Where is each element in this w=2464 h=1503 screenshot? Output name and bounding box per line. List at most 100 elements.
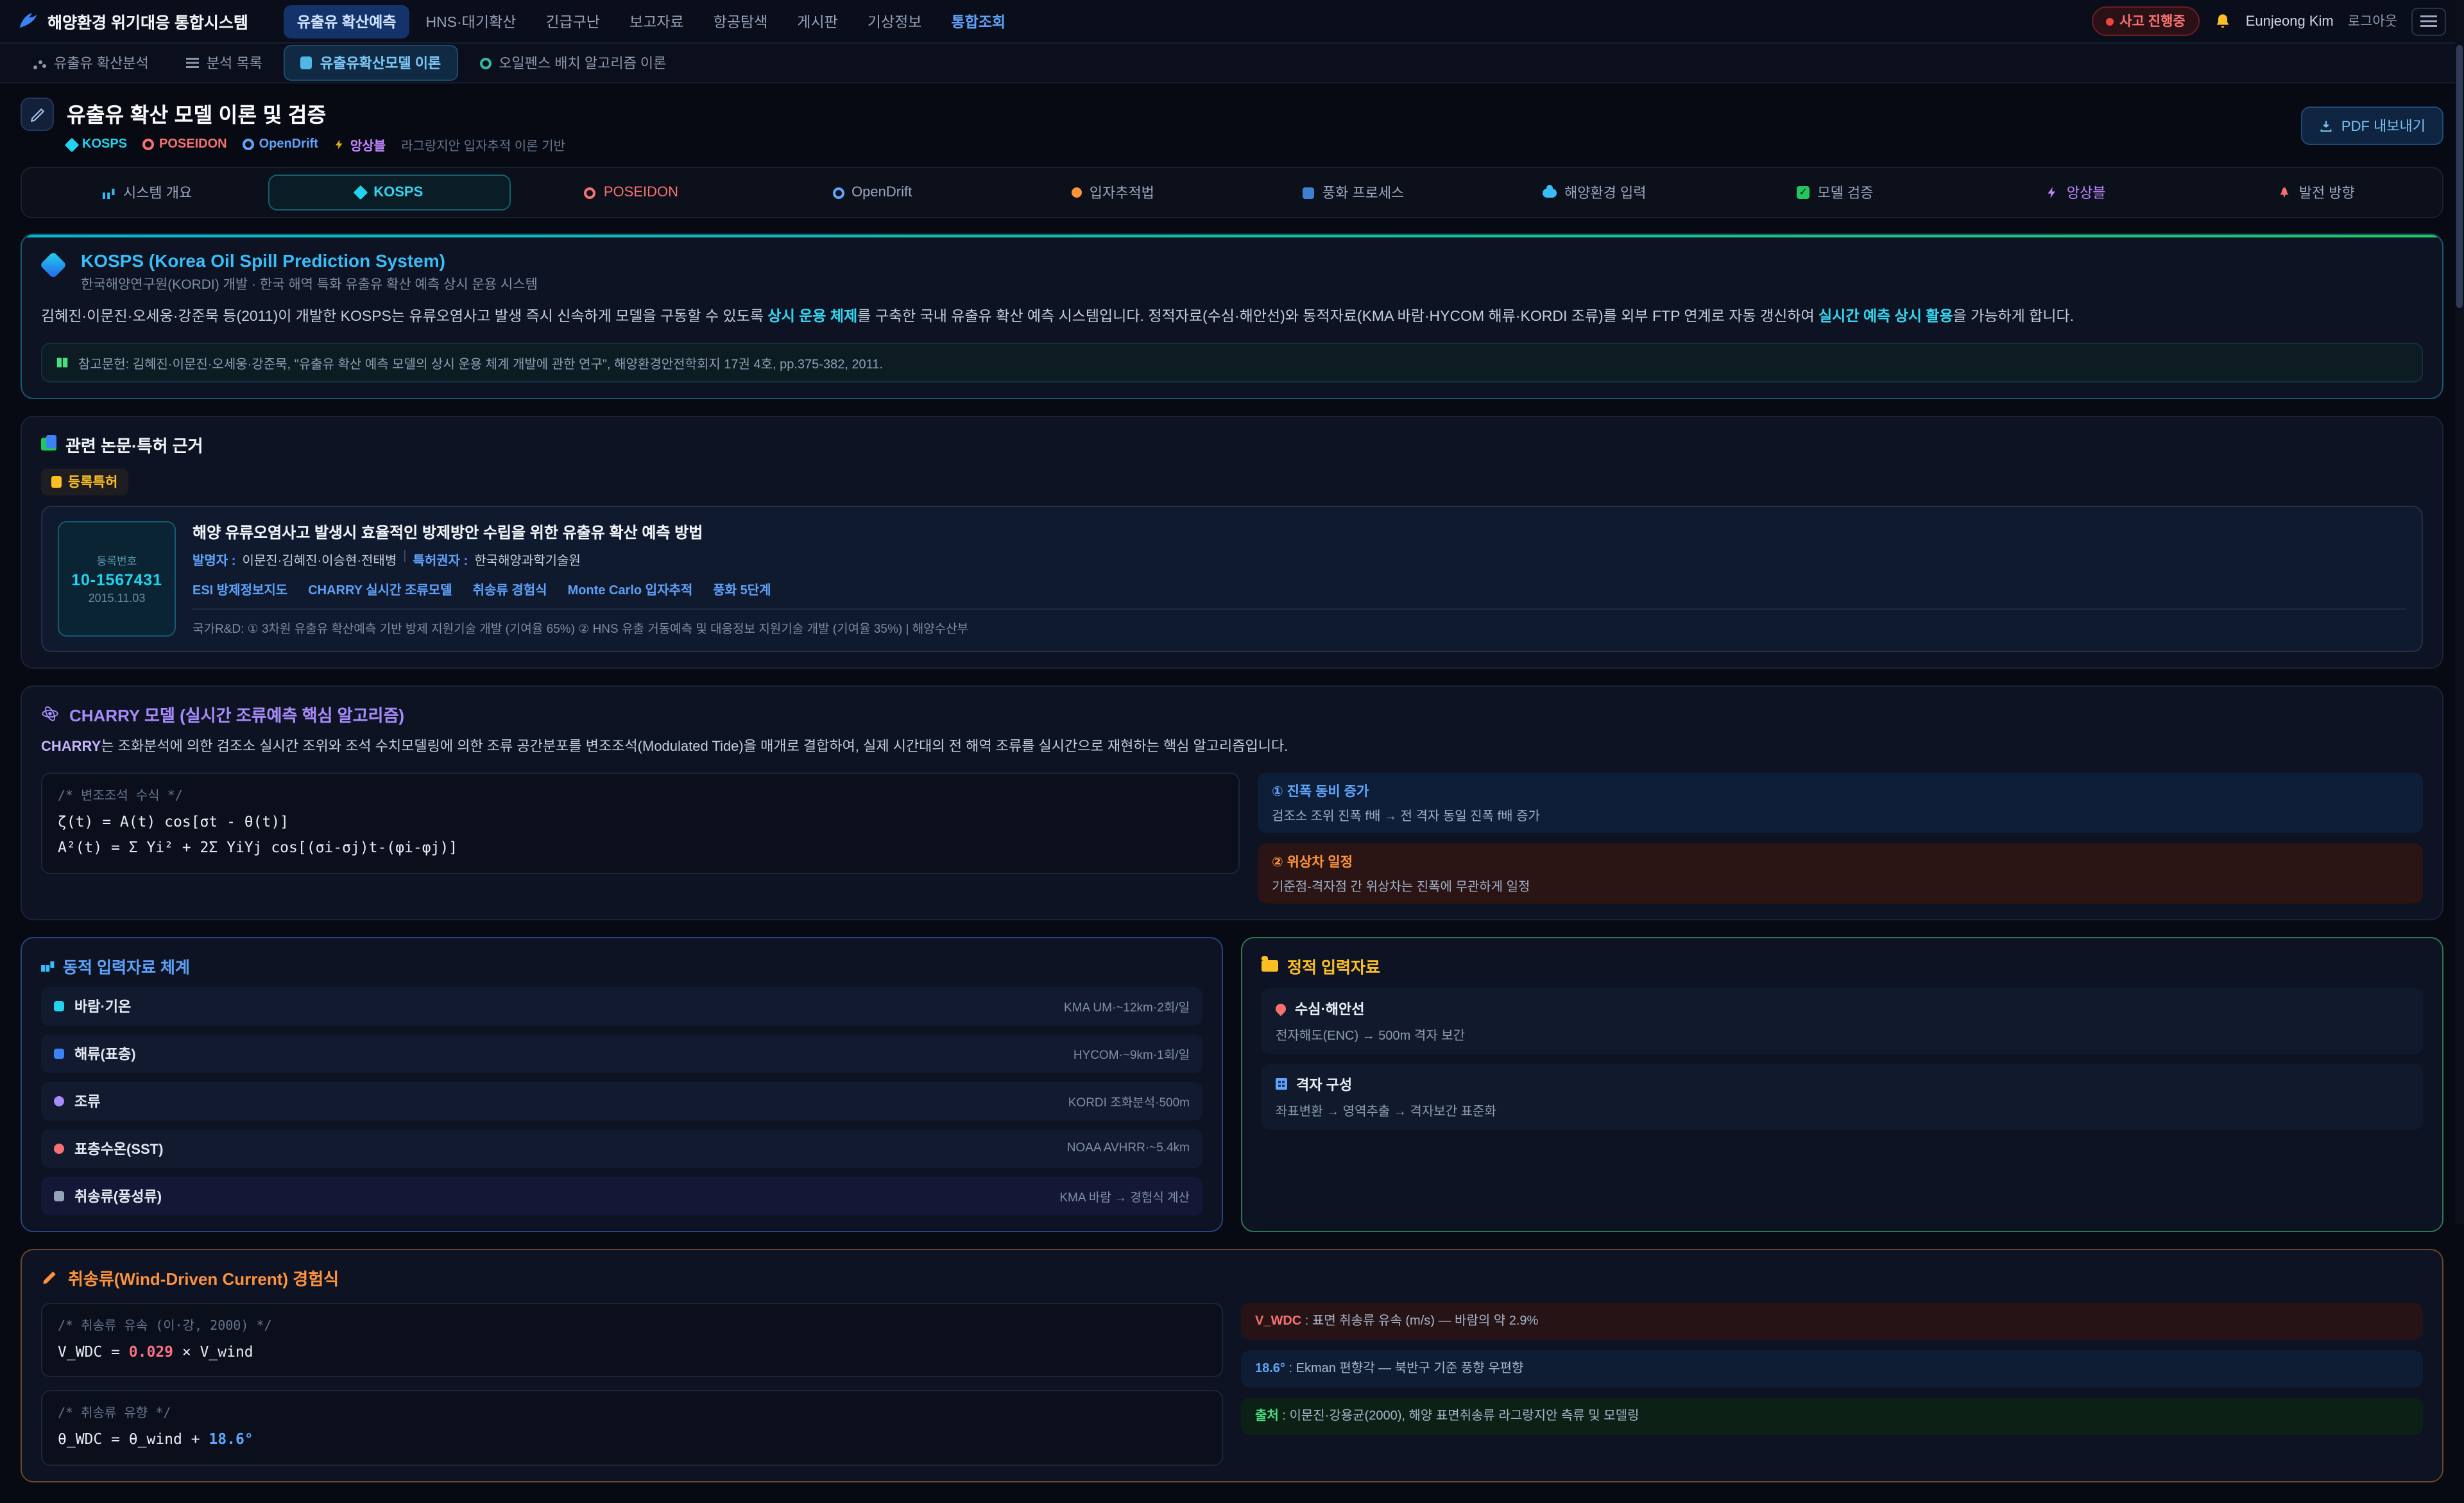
book-icon: [55, 356, 69, 370]
tab-spill-analysis[interactable]: 유출유 확산분석: [18, 46, 164, 80]
registered-patent-label: 등록특허: [68, 472, 117, 492]
deflection-angle-value: 18.6°: [209, 1430, 253, 1448]
pdf-export-button[interactable]: PDF 내보내기: [2302, 107, 2443, 145]
pill-future-direction[interactable]: 발전 방향: [2196, 173, 2437, 212]
page-scrollbar[interactable]: [2455, 0, 2464, 1224]
wdc-note-source: 출처 : 이문진·강용균(2000), 해양 표면취송류 라그랑지안 측류 및 …: [1241, 1397, 2423, 1434]
badge-opendrift: OpenDrift: [243, 137, 318, 151]
nav-item-spill-prediction[interactable]: 유출유 확산예측: [284, 4, 409, 38]
pill-ensemble[interactable]: 앙상블: [1956, 173, 2196, 212]
rocket-icon: [2279, 186, 2291, 199]
dynamic-input-row-current[interactable]: 해류(표층) HYCOM·~9km·1회/일: [41, 1034, 1202, 1072]
nav-item-integrated-search[interactable]: 통합조회: [938, 4, 1018, 38]
folder-icon: [1262, 959, 1278, 971]
item-label: 격자 구성: [1296, 1074, 1352, 1094]
row-value: HYCOM·~9km·1회/일: [1074, 1044, 1190, 1062]
row-label: 조류: [74, 1090, 101, 1111]
nav-item-aerial-search[interactable]: 항공탐색: [701, 4, 781, 38]
pill-particle-tracking[interactable]: 입자추적법: [993, 173, 1233, 212]
kosps-description: 김혜진·이문진·오세웅·강준묵 등(2011)이 개발한 KOSPS는 유류오염…: [41, 305, 2423, 330]
nav-item-board[interactable]: 게시판: [784, 4, 851, 38]
wdc-title-row: 취송류(Wind-Driven Current) 경험식: [41, 1265, 2423, 1289]
dynamic-input-row-wind[interactable]: 바람·기온 KMA UM·~12km·2회/일: [41, 986, 1202, 1025]
patent-tag[interactable]: CHARRY 실시간 조류모델: [308, 579, 452, 598]
pill-poseidon[interactable]: POSEIDON: [511, 176, 751, 209]
notification-bell-icon[interactable]: [2214, 12, 2232, 30]
dynamic-input-row-sst[interactable]: 표층수온(SST) NOAA AVHRR·~5.4km: [41, 1129, 1202, 1167]
current-icon: [54, 1048, 64, 1058]
menu-hamburger-icon[interactable]: [2411, 7, 2446, 35]
charry-columns: /* 변조조석 수식 */ ζ(t) = A(t) cos[σt - θ(t)]…: [41, 772, 2423, 903]
pill-model-validation[interactable]: ✓모델 검증: [1715, 173, 1955, 212]
pill-weathering-process[interactable]: 풍화 프로세스: [1233, 173, 1474, 212]
pill-kosps[interactable]: KOSPS: [268, 175, 511, 210]
row-label: 취송류(풍성류): [74, 1185, 162, 1206]
note-title: ② 위상차 일정: [1272, 852, 2409, 871]
registration-number: 10-1567431: [71, 571, 162, 589]
oilfence-icon: [479, 57, 491, 69]
page-title: 유출유 확산 모델 이론 및 검증: [67, 98, 565, 128]
chart-bars-icon: [41, 959, 54, 971]
wdc-direction-code-block: /* 취송류 유향 */ θ_WDC = θ_wind + 18.6°: [41, 1391, 1223, 1466]
row-value: KMA UM·~12km·2회/일: [1064, 997, 1190, 1015]
topbar-right-area: 사고 진행중 Eunjeong Kim 로그아웃: [2091, 6, 2446, 36]
tab-model-theory[interactable]: 유출유확산모델 이론: [284, 45, 458, 81]
logout-button[interactable]: 로그아웃: [2348, 12, 2397, 31]
square-icon: [1303, 187, 1315, 198]
user-name: Eunjeong Kim: [2246, 13, 2334, 29]
dynamic-input-row-wdc[interactable]: 취송류(풍성류) KMA 바람 → 경험식 계산: [41, 1176, 1202, 1215]
dynamic-input-row-tide[interactable]: 조류 KORDI 조화분석·500m: [41, 1081, 1202, 1120]
nav-item-reports[interactable]: 보고자료: [617, 4, 697, 38]
pill-opendrift[interactable]: OpenDrift: [752, 176, 993, 209]
tab-label: 유출유확산모델 이론: [320, 53, 441, 73]
app-logo[interactable]: 해양환경 위기대응 통합시스템: [18, 9, 248, 33]
secondary-tab-bar: 유출유 확산분석 분석 목록 유출유확산모델 이론 오일펜스 배치 알고리즘 이…: [0, 44, 2464, 83]
patent-item[interactable]: 등록번호 10-1567431 2015.11.03 해양 유류오염사고 발생시…: [41, 506, 2423, 652]
scrollbar-thumb[interactable]: [2456, 45, 2463, 308]
patent-evidence-card: 관련 논문·특허 근거 등록특허 등록번호 10-1567431 2015.11…: [21, 416, 2443, 669]
input-data-columns: 동적 입력자료 체계 바람·기온 KMA UM·~12km·2회/일 해류(표층…: [21, 936, 2443, 1232]
nav-item-weather[interactable]: 기상정보: [855, 4, 935, 38]
pill-system-overview[interactable]: 시스템 개요: [27, 173, 268, 212]
static-input-item-grid[interactable]: 격자 구성 좌표변환 → 영역추출 → 격자보간 표준화: [1262, 1063, 2423, 1129]
nav-item-emergency-rescue[interactable]: 긴급구난: [533, 4, 613, 38]
badge-ensemble: 앙상블: [334, 135, 386, 154]
patent-meta: 발명자 : 이문진·김혜진·이승현·전태병 | 특허권자 : 한국해양과학기술원: [193, 549, 2406, 569]
tab-label: 분석 목록: [207, 53, 262, 73]
red-ring-icon: [142, 139, 154, 150]
meta-divider: |: [403, 549, 406, 569]
row-label: 바람·기온: [74, 995, 131, 1016]
static-input-item-bathymetry[interactable]: 수심·해안선 전자해도(ENC) → 500m 격자 보간: [1262, 988, 2423, 1053]
patent-tag[interactable]: Monte Carlo 입자추적: [568, 579, 693, 598]
wdc-columns: /* 취송류 유속 (이·강, 2000) */ V_WDC = 0.029 ×…: [41, 1302, 2423, 1466]
inventors-value: 이문진·김혜진·이승현·전태병: [242, 549, 397, 569]
kosps-title-block: KOSPS (Korea Oil Spill Prediction System…: [81, 250, 538, 294]
nav-item-hns-dispersion[interactable]: HNS·대기확산: [413, 4, 529, 38]
patent-tag[interactable]: ESI 방제정보지도: [193, 579, 287, 598]
kosps-header: KOSPS (Korea Oil Spill Prediction System…: [41, 250, 2423, 294]
incident-status-badge[interactable]: 사고 진행중: [2091, 6, 2199, 36]
page-icon-box: [21, 98, 54, 131]
wdc-note-speed: V_WDC : 표면 취송류 유속 (m/s) — 바람의 약 2.9%: [1241, 1302, 2423, 1339]
code-comment: /* 취송류 유속 (이·강, 2000) */: [58, 1315, 1206, 1338]
highlight-text: 실시간 예측 상시 활용: [1818, 309, 1953, 325]
pill-ocean-env-input[interactable]: 해양환경 입력: [1474, 173, 1715, 212]
diamond-icon: [65, 137, 80, 152]
top-navigation-bar: 해양환경 위기대응 통합시스템 유출유 확산예측 HNS·대기확산 긴급구난 보…: [0, 0, 2464, 44]
static-inputs-card: 정적 입력자료 수심·해안선 전자해도(ENC) → 500m 격자 보간 격자…: [1241, 936, 2443, 1232]
cloud-icon: [1543, 188, 1557, 197]
badge-poseidon: POSEIDON: [142, 137, 227, 151]
highlight-text: 상시 운용 체제: [767, 309, 857, 325]
patent-tag[interactable]: 취송류 경험식: [473, 579, 547, 598]
rnd-footnote: 국가R&D: ① 3차원 유출유 확산예측 기반 방제 지원기술 개발 (기여율…: [193, 608, 2406, 637]
formula-line: θ_WDC = θ_wind + 18.6°: [58, 1427, 1206, 1453]
formula-line: ζ(t) = A(t) cos[σt - θ(t)]: [58, 808, 1223, 834]
books-icon: [41, 438, 56, 451]
tab-oilfence-algorithm[interactable]: 오일펜스 배치 알고리즘 이론: [464, 46, 681, 80]
note-body: 검조소 조위 진폭 f배 → 전 격자 동일 진폭 f배 증가: [1272, 804, 2409, 823]
wdc-title: 취송류(Wind-Driven Current) 경험식: [68, 1265, 339, 1289]
incident-dot-icon: [2105, 17, 2113, 25]
patent-tag[interactable]: 풍화 5단계: [713, 579, 771, 598]
reference-box: 참고문헌: 김혜진·이문진·오세웅·강준묵, "유출유 확산 예측 모델의 상시…: [41, 343, 2423, 382]
tab-analysis-list[interactable]: 분석 목록: [171, 46, 278, 80]
